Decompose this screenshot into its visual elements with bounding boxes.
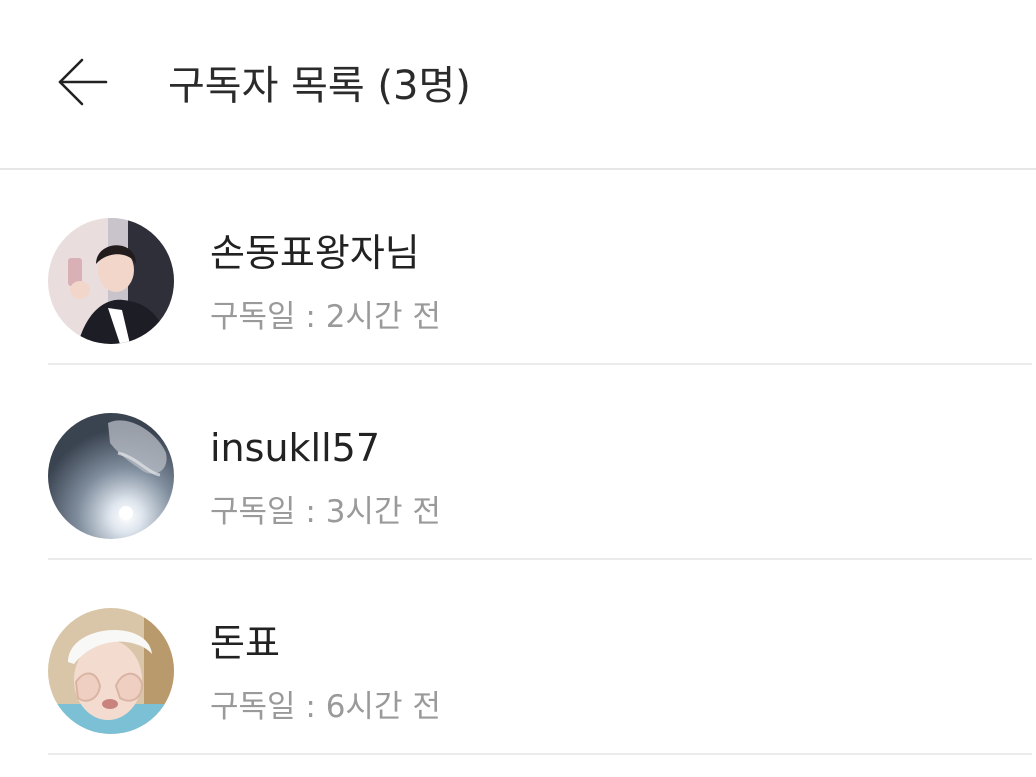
subscriber-name: 손동표왕자님 xyxy=(210,231,420,275)
avatar[interactable] xyxy=(48,608,174,734)
subscriber-row[interactable]: 돈표 구독일 : 6시간 전 xyxy=(0,560,1036,755)
subscribed-time: 구독일 : 3시간 전 xyxy=(210,494,441,530)
subscriber-name: 돈표 xyxy=(210,621,280,665)
subscribed-time: 구독일 : 6시간 전 xyxy=(210,689,441,725)
subscriber-name: insukll57 xyxy=(210,426,380,470)
arrow-left-icon xyxy=(58,58,108,106)
back-button[interactable] xyxy=(50,50,114,114)
subscriber-row[interactable]: insukll57 구독일 : 3시간 전 xyxy=(0,365,1036,560)
avatar[interactable] xyxy=(48,218,174,344)
subscribed-time: 구독일 : 2시간 전 xyxy=(210,299,441,335)
app-header: 구독자 목록 (3명) xyxy=(0,0,1036,170)
subscriber-row[interactable]: 손동표왕자님 구독일 : 2시간 전 xyxy=(0,170,1036,365)
avatar[interactable] xyxy=(48,413,174,539)
row-divider xyxy=(48,753,1032,755)
subscriber-list: 손동표왕자님 구독일 : 2시간 전 insukll57 구독일: 3시간 전… xyxy=(0,170,1036,755)
page-title: 구독자 목록 (3명) xyxy=(168,63,471,109)
